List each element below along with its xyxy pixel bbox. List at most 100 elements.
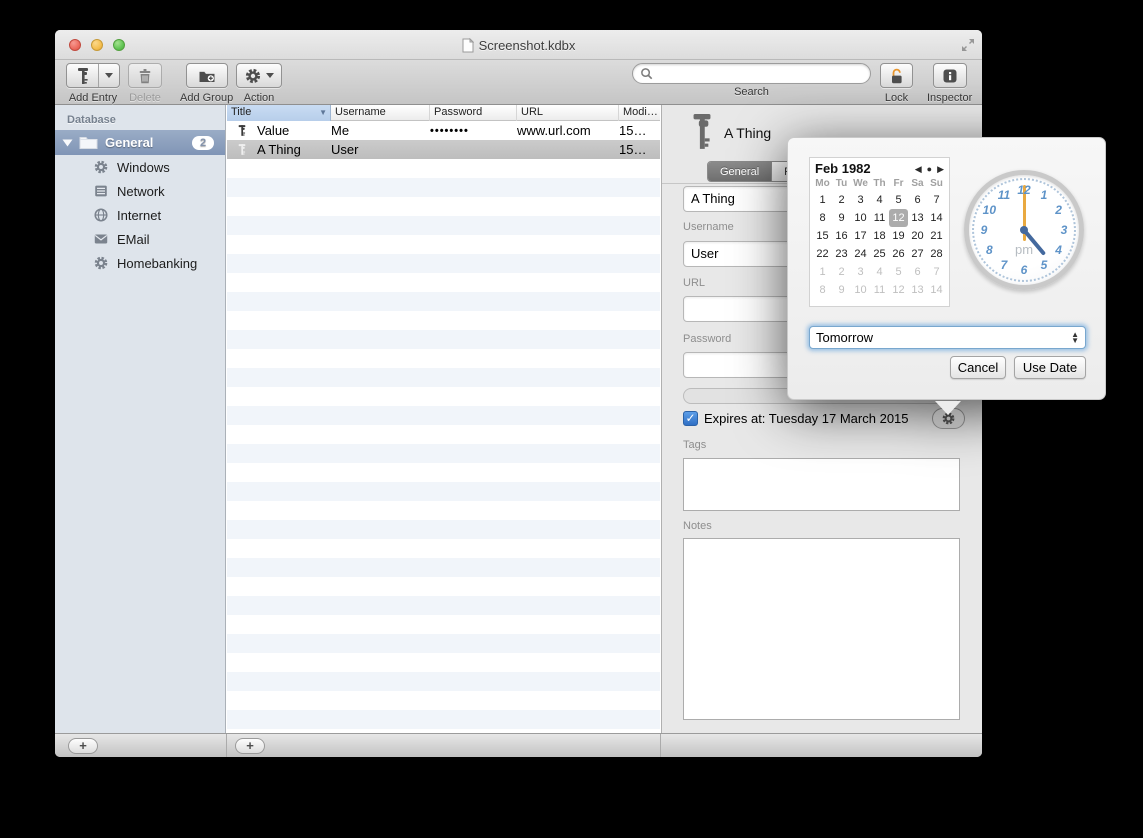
calendar-day[interactable]: 6 bbox=[908, 263, 927, 281]
sidebar-item-label: Network bbox=[117, 184, 165, 199]
calendar-day[interactable]: 7 bbox=[927, 191, 946, 209]
calendar-day[interactable]: 18 bbox=[870, 227, 889, 245]
password-label: Password bbox=[683, 333, 731, 345]
add-group-footer-button[interactable]: + bbox=[68, 738, 98, 754]
clock-number: 3 bbox=[1061, 223, 1068, 237]
calendar-day[interactable]: 4 bbox=[870, 191, 889, 209]
window-footer: + + bbox=[55, 733, 982, 757]
calendar-day[interactable]: 2 bbox=[832, 263, 851, 281]
add-group-button[interactable] bbox=[186, 63, 228, 88]
calendar-day[interactable]: 21 bbox=[927, 227, 946, 245]
table-row-selected[interactable]: A Thing User 15… bbox=[227, 140, 660, 159]
expires-checkbox[interactable]: ✓ bbox=[683, 411, 698, 426]
delete-label: Delete bbox=[128, 92, 162, 104]
column-header-url[interactable]: URL bbox=[517, 105, 619, 121]
action-label: Action bbox=[236, 92, 282, 104]
calendar-day[interactable]: 25 bbox=[870, 245, 889, 263]
sidebar-item-label: Windows bbox=[117, 160, 170, 175]
calendar-day[interactable]: 12 bbox=[889, 209, 908, 227]
calendar-day[interactable]: 16 bbox=[832, 227, 851, 245]
server-icon bbox=[93, 183, 109, 199]
tags-field[interactable] bbox=[683, 458, 960, 511]
calendar-grid: 1234567891011121314151617181920212223242… bbox=[813, 191, 949, 299]
lock-label: Lock bbox=[880, 92, 913, 104]
calendar-day[interactable]: 15 bbox=[813, 227, 832, 245]
calendar-day[interactable]: 7 bbox=[927, 263, 946, 281]
calendar-day[interactable]: 20 bbox=[908, 227, 927, 245]
cancel-button[interactable]: Cancel bbox=[950, 356, 1006, 379]
sidebar-item-windows[interactable]: Windows bbox=[55, 155, 225, 179]
calendar-day[interactable]: 13 bbox=[908, 281, 927, 299]
calendar-day[interactable]: 1 bbox=[813, 191, 832, 209]
sidebar-item-network[interactable]: Network bbox=[55, 179, 225, 203]
disclosure-triangle-icon[interactable] bbox=[63, 139, 73, 146]
calendar-day[interactable]: 26 bbox=[889, 245, 908, 263]
calendar-day-name: Mo bbox=[813, 177, 832, 191]
clock-number: 12 bbox=[1017, 183, 1030, 197]
calendar-day[interactable]: 17 bbox=[851, 227, 870, 245]
list-header: Title ▼ Username Password URL Modi… bbox=[227, 105, 660, 121]
sidebar-item-email[interactable]: EMail bbox=[55, 227, 225, 251]
calendar-day[interactable]: 27 bbox=[908, 245, 927, 263]
entry-title: A Thing bbox=[724, 125, 771, 141]
calendar-day[interactable]: 12 bbox=[889, 281, 908, 299]
tab-general[interactable]: General bbox=[708, 162, 771, 181]
calendar-day[interactable]: 10 bbox=[851, 209, 870, 227]
calendar-today-button[interactable]: ● bbox=[927, 164, 932, 174]
fullscreen-icon[interactable] bbox=[960, 37, 976, 53]
column-header-modified[interactable]: Modi… bbox=[619, 105, 660, 121]
table-row[interactable]: Value Me •••••••• www.url.com 15… bbox=[227, 121, 660, 140]
calendar-day[interactable]: 11 bbox=[870, 281, 889, 299]
calendar-next-button[interactable]: ▶ bbox=[937, 164, 944, 174]
search-input[interactable] bbox=[632, 63, 871, 84]
column-header-username[interactable]: Username bbox=[331, 105, 430, 121]
gear-icon bbox=[244, 67, 262, 85]
sidebar-item-internet[interactable]: Internet bbox=[55, 203, 225, 227]
delete-button[interactable] bbox=[128, 63, 162, 88]
column-header-password[interactable]: Password bbox=[430, 105, 517, 121]
calendar-day[interactable]: 4 bbox=[870, 263, 889, 281]
calendar-day[interactable]: 23 bbox=[832, 245, 851, 263]
search-field[interactable] bbox=[657, 66, 870, 82]
trash-icon bbox=[136, 67, 154, 85]
calendar-day[interactable]: 5 bbox=[889, 191, 908, 209]
calendar-day[interactable]: 9 bbox=[832, 281, 851, 299]
calendar-day[interactable]: 8 bbox=[813, 281, 832, 299]
calendar-day[interactable]: 14 bbox=[927, 209, 946, 227]
column-header-title[interactable]: Title ▼ bbox=[227, 105, 331, 121]
action-button[interactable] bbox=[236, 63, 282, 88]
calendar-day[interactable]: 13 bbox=[908, 209, 927, 227]
calendar-day[interactable]: 10 bbox=[851, 281, 870, 299]
date-preset-select[interactable]: Tomorrow ▲ ▼ bbox=[809, 326, 1086, 349]
calendar-day[interactable]: 14 bbox=[927, 281, 946, 299]
calendar-day[interactable]: 11 bbox=[870, 209, 889, 227]
add-entry-footer-button[interactable]: + bbox=[235, 738, 265, 754]
add-entry-dropdown[interactable] bbox=[98, 64, 119, 87]
calendar-day[interactable]: 28 bbox=[927, 245, 946, 263]
calendar-day[interactable]: 1 bbox=[813, 263, 832, 281]
calendar-day[interactable]: 3 bbox=[851, 263, 870, 281]
calendar-day[interactable]: 2 bbox=[832, 191, 851, 209]
gear-icon bbox=[93, 159, 109, 175]
calendar-day[interactable]: 6 bbox=[908, 191, 927, 209]
sort-indicator-icon: ▼ bbox=[319, 109, 327, 117]
calendar-day[interactable]: 19 bbox=[889, 227, 908, 245]
key-icon bbox=[236, 142, 248, 157]
calendar-day[interactable]: 5 bbox=[889, 263, 908, 281]
add-entry-button[interactable] bbox=[66, 63, 120, 88]
sidebar-item-homebanking[interactable]: Homebanking bbox=[55, 251, 225, 275]
inspector-button[interactable] bbox=[933, 63, 967, 88]
calendar-day[interactable]: 8 bbox=[813, 209, 832, 227]
calendar-day[interactable]: 3 bbox=[851, 191, 870, 209]
calendar-prev-button[interactable]: ◀ bbox=[915, 164, 922, 174]
calendar-day[interactable]: 9 bbox=[832, 209, 851, 227]
calendar-day[interactable]: 24 bbox=[851, 245, 870, 263]
sidebar-item-label: EMail bbox=[117, 232, 150, 247]
notes-field[interactable] bbox=[683, 538, 960, 720]
sidebar-group-general[interactable]: General 2 bbox=[55, 130, 225, 155]
calendar-day-name: Su bbox=[927, 177, 946, 191]
calendar-day[interactable]: 22 bbox=[813, 245, 832, 263]
calendar-month: Feb 1982 bbox=[815, 161, 915, 176]
lock-button[interactable] bbox=[880, 63, 913, 88]
use-date-button[interactable]: Use Date bbox=[1014, 356, 1086, 379]
